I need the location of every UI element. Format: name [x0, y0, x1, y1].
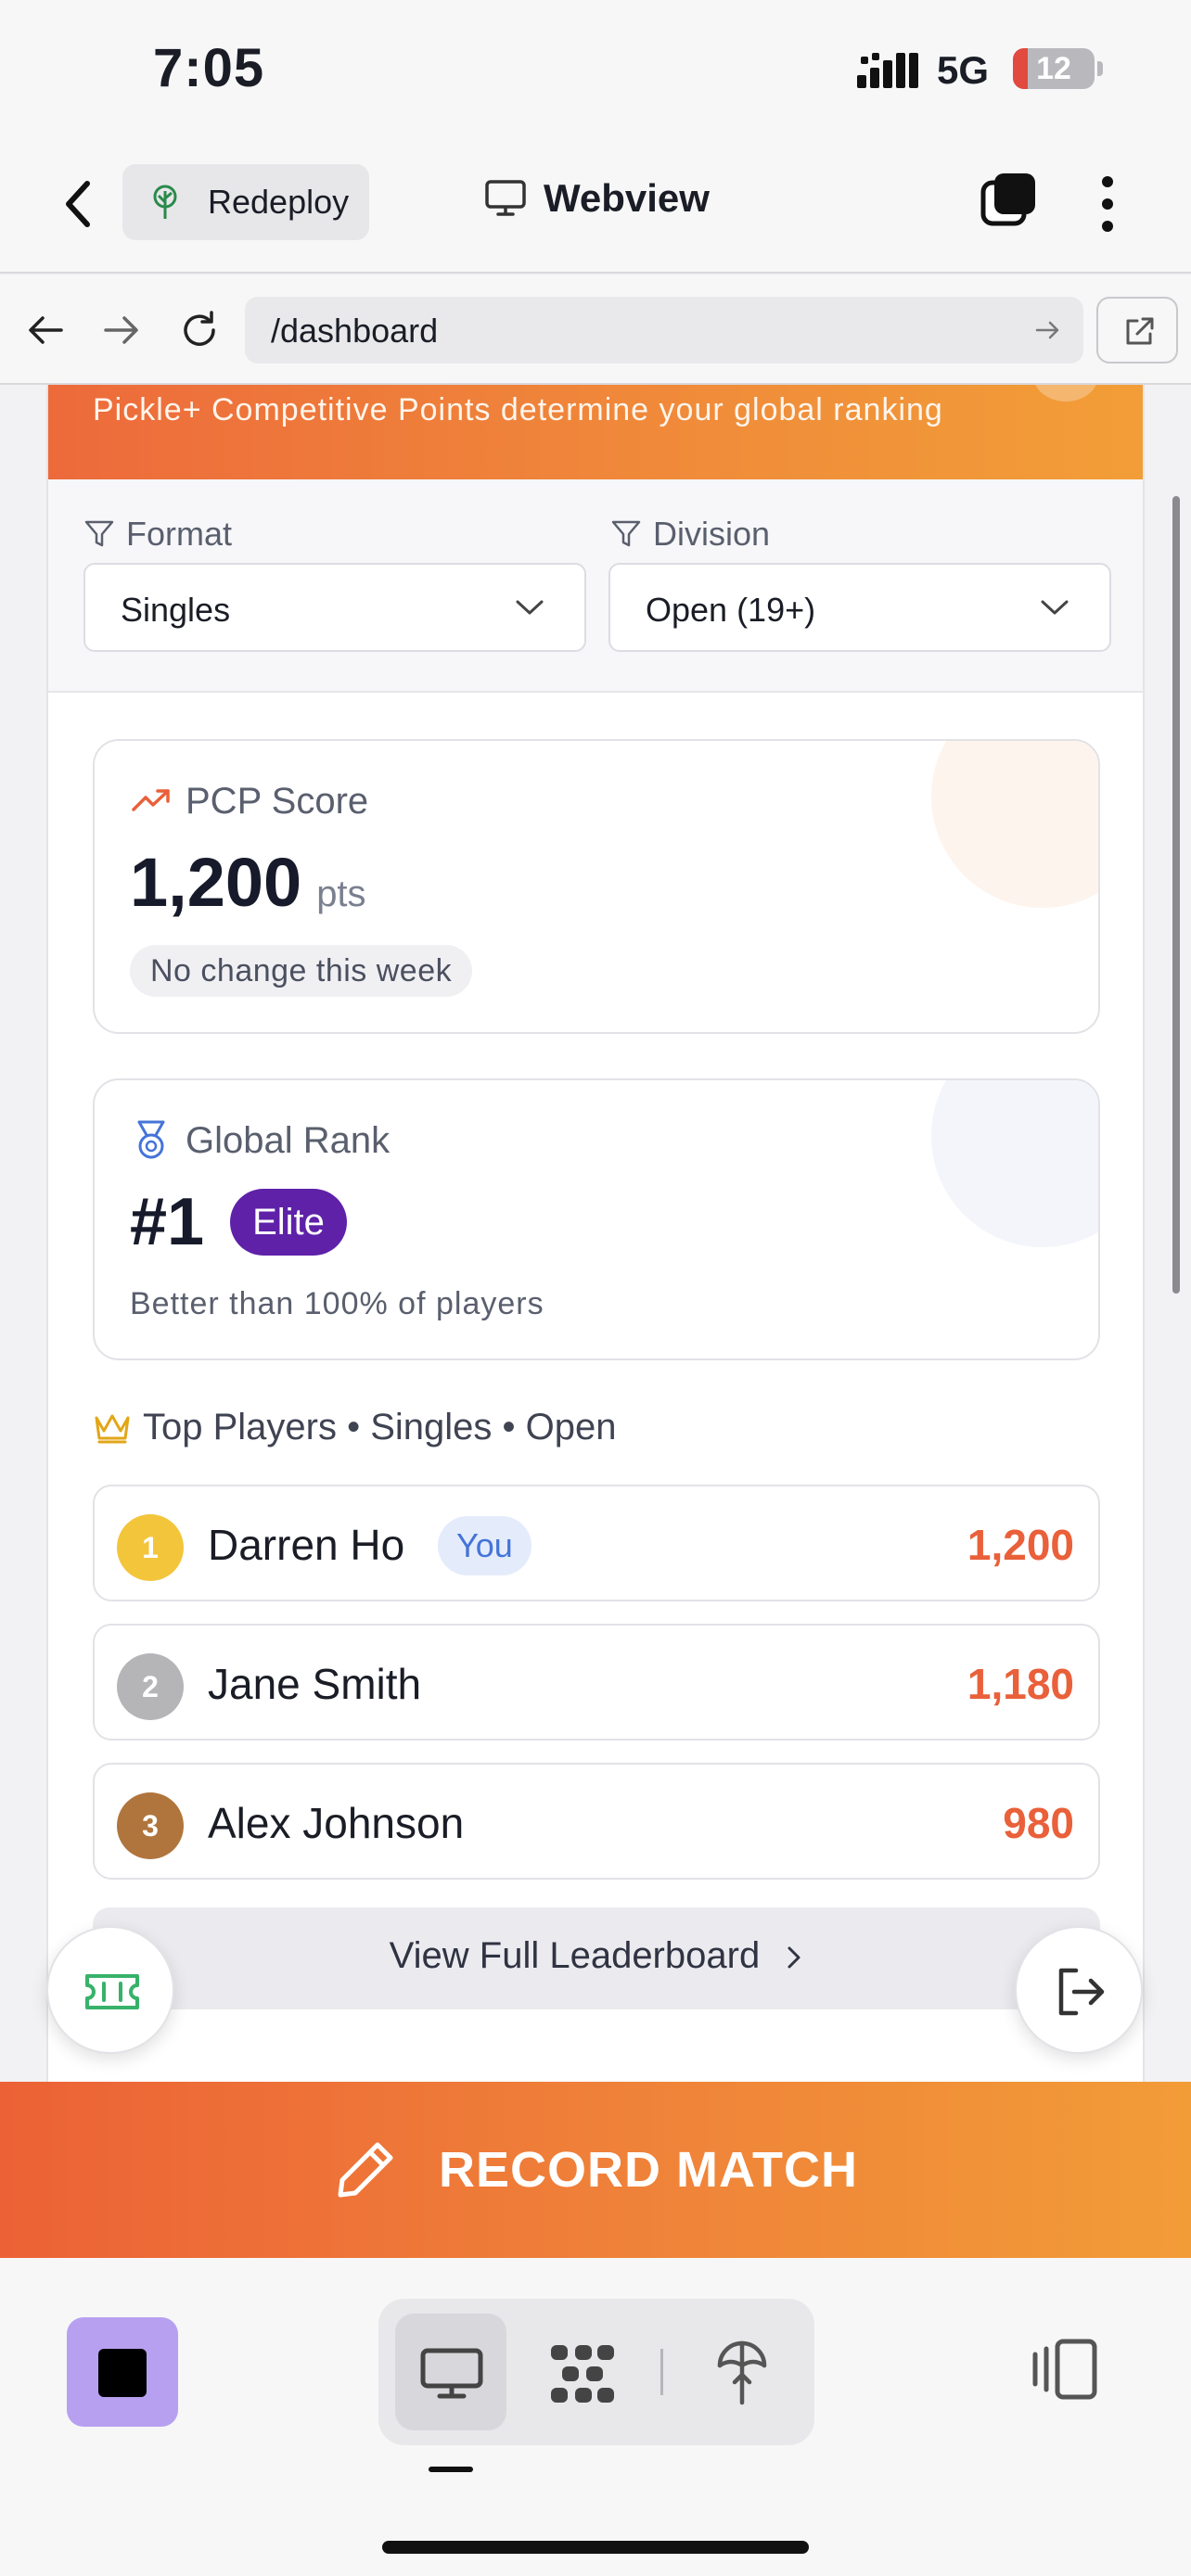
card-decoration	[931, 1080, 1098, 1247]
top-players-heading: Top Players • Singles • Open	[93, 1407, 617, 1448]
filter-icon	[84, 520, 114, 547]
banner-decoration	[1033, 385, 1098, 402]
arrow-right-icon[interactable]	[100, 309, 143, 351]
player-name: Darren Ho	[208, 1521, 405, 1569]
you-badge: You	[438, 1516, 531, 1575]
player-points: 1,200	[967, 1521, 1074, 1569]
filter-icon	[611, 520, 641, 547]
url-bar: /dashboard	[0, 275, 1191, 385]
format-filter-label: Format	[83, 515, 232, 554]
banner-text: Pickle+ Competitive Points determine you…	[93, 392, 943, 427]
player-points: 1,180	[967, 1660, 1074, 1708]
active-tab-indicator	[429, 2467, 473, 2472]
rank-percentile: Better than 100% of players	[130, 1286, 544, 1321]
filters-section: Format Singles Division Open (19+)	[48, 479, 1143, 693]
ranking-card: Pickle+ Competitive Points determine you…	[46, 385, 1145, 2082]
chevron-down-icon	[516, 600, 544, 615]
logout-icon	[1058, 1968, 1105, 2016]
network-type: 5G	[937, 48, 990, 92]
go-arrow-icon[interactable]	[1033, 315, 1063, 345]
division-filter-label: Division	[610, 515, 770, 554]
global-rank-value: #1	[130, 1185, 205, 1259]
monitor-icon	[420, 2348, 483, 2399]
ticket-icon	[85, 1974, 139, 2009]
scrollbar[interactable]	[1172, 496, 1180, 1294]
open-external-button[interactable]	[1096, 297, 1178, 363]
status-bar: 7:05 5G 12	[0, 0, 1191, 139]
card-decoration	[931, 741, 1098, 908]
crown-icon	[95, 1414, 130, 1443]
leaderboard-row[interactable]: 1 Darren Ho You 1,200	[93, 1485, 1100, 1601]
battery-nub	[1097, 61, 1103, 76]
pencil-icon	[338, 2142, 393, 2198]
rank-badge-bronze: 3	[117, 1792, 184, 1859]
tier-badge: Elite	[230, 1189, 347, 1256]
tabs-icon[interactable]	[980, 170, 1039, 229]
reload-icon[interactable]	[178, 309, 221, 351]
division-select-value: Open (19+)	[646, 591, 816, 629]
top-players-title: Top Players • Singles • Open	[143, 1407, 617, 1447]
bottom-toolbar	[0, 2258, 1191, 2576]
grid-icon[interactable]	[547, 2341, 618, 2406]
pcp-score-unit: pts	[316, 874, 366, 914]
pcp-change-chip: No change this week	[130, 945, 473, 997]
app-header: Redeploy Webview	[0, 139, 1191, 274]
ticket-fab-button[interactable]	[46, 1926, 174, 2054]
global-rank-row: #1 Elite	[130, 1184, 347, 1260]
header-title: Webview	[484, 176, 710, 221]
logout-fab-button[interactable]	[1015, 1926, 1143, 2054]
home-indicator[interactable]	[382, 2541, 809, 2554]
switcher-divider	[660, 2349, 663, 2395]
battery-level: 12	[1036, 51, 1071, 86]
stop-button[interactable]	[67, 2317, 178, 2427]
view-full-leaderboard-label: View Full Leaderboard	[93, 1935, 1100, 1977]
global-rank-label: Global Rank	[186, 1119, 391, 1161]
side-panel-icon[interactable]	[1030, 2336, 1098, 2403]
record-match-label: RECORD MATCH	[439, 2142, 858, 2198]
webview-content: Pickle+ Competitive Points determine you…	[0, 385, 1191, 2082]
player-name: Jane Smith	[208, 1660, 422, 1708]
leaderboard-row[interactable]: 3 Alex Johnson 980	[93, 1763, 1100, 1880]
chevron-right-icon	[788, 1946, 800, 1969]
player-points: 980	[1003, 1799, 1074, 1847]
more-vertical-icon[interactable]	[1095, 174, 1121, 234]
global-rank-header: Global Rank	[130, 1119, 390, 1162]
pcp-score-row: 1,200 pts	[130, 843, 366, 922]
status-time: 7:05	[153, 38, 265, 98]
leaderboard-row[interactable]: 2 Jane Smith 1,180	[93, 1624, 1100, 1741]
medal-icon	[137, 1120, 165, 1159]
rank-badge-silver: 2	[117, 1653, 184, 1720]
redeploy-button[interactable]: Redeploy	[122, 164, 369, 240]
global-rank-card: Global Rank #1 Elite Better than 100% of…	[93, 1078, 1100, 1360]
monitor-icon	[485, 180, 526, 216]
format-select-value: Singles	[121, 591, 231, 629]
redeploy-tree-icon	[153, 185, 177, 219]
pcp-score-card: PCP Score 1,200 pts No change this week	[93, 739, 1100, 1034]
header-title-text: Webview	[544, 176, 710, 220]
url-input[interactable]: /dashboard	[245, 297, 1083, 363]
arrow-left-icon[interactable]	[24, 309, 67, 351]
trending-up-icon	[132, 789, 170, 811]
signal-icon	[857, 53, 918, 88]
view-switcher	[378, 2299, 814, 2445]
player-name: Alex Johnson	[208, 1799, 465, 1847]
pcp-score-header: PCP Score	[130, 780, 368, 823]
antenna-icon[interactable]	[714, 2338, 770, 2406]
rank-badge-gold: 1	[117, 1514, 184, 1581]
view-full-leaderboard-button[interactable]: View Full Leaderboard	[93, 1907, 1100, 2009]
redeploy-label: Redeploy	[208, 183, 350, 221]
pcp-score-value: 1,200	[130, 844, 302, 921]
record-match-button[interactable]: RECORD MATCH	[0, 2082, 1191, 2258]
division-select[interactable]: Open (19+)	[608, 563, 1111, 652]
pcp-score-label: PCP Score	[186, 780, 369, 822]
url-text: /dashboard	[271, 312, 439, 350]
format-select[interactable]: Singles	[83, 563, 586, 652]
back-chevron-icon[interactable]	[56, 176, 102, 232]
battery-indicator: 12	[1013, 48, 1095, 89]
stop-icon	[98, 2349, 147, 2397]
chevron-down-icon	[1041, 600, 1069, 615]
ranking-banner: Pickle+ Competitive Points determine you…	[48, 385, 1143, 479]
external-link-icon	[1126, 317, 1154, 345]
